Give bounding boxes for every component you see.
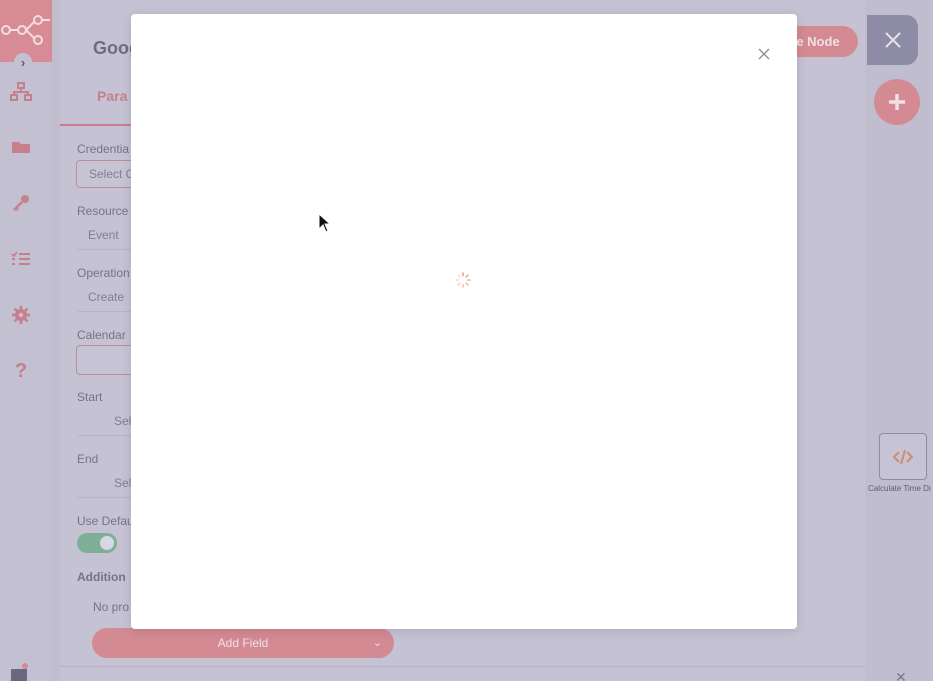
logo-icon	[1, 15, 50, 45]
end-label: End	[77, 452, 99, 466]
expand-sidebar-button[interactable]: ›	[14, 53, 32, 71]
executions-icon[interactable]	[8, 246, 34, 272]
resource-label: Resource	[77, 204, 129, 218]
canvas-node[interactable]	[879, 433, 927, 480]
settings-icon[interactable]	[8, 302, 34, 328]
use-default-label: Use Defau	[77, 514, 134, 528]
modal-close-button[interactable]	[755, 45, 773, 63]
tab-parameters[interactable]: Para	[97, 88, 127, 104]
help-icon[interactable]: ?	[8, 358, 34, 384]
credentials-icon[interactable]	[8, 190, 34, 216]
close-icon[interactable]: ✕	[895, 669, 907, 681]
use-default-toggle[interactable]	[77, 533, 117, 553]
start-label: Start	[77, 390, 103, 404]
templates-icon[interactable]	[8, 134, 34, 160]
workflow-icon[interactable]	[8, 79, 34, 105]
loading-modal	[131, 14, 797, 629]
code-icon	[893, 449, 913, 464]
additional-fields-label: Addition	[77, 570, 126, 584]
sidebar: › ?	[0, 0, 52, 681]
add-field-label: Add Field	[217, 636, 269, 650]
gift-icon[interactable]	[10, 663, 28, 681]
calendar-label: Calendar	[77, 328, 126, 342]
add-node-button[interactable]	[874, 79, 920, 125]
plus-icon	[889, 94, 905, 110]
canvas-node-label: Calculate Time Di	[868, 484, 931, 493]
add-field-button[interactable]: Add Field ⌄	[92, 628, 394, 658]
credential-label: Credentia	[77, 142, 130, 156]
close-panel-button[interactable]	[867, 15, 918, 65]
bottom-banner	[60, 666, 865, 681]
close-icon	[884, 32, 901, 48]
loading-spinner-icon	[455, 272, 471, 288]
operation-label: Operation	[77, 266, 130, 280]
chevron-down-icon: ⌄	[372, 637, 382, 649]
mouse-cursor-icon	[318, 213, 332, 233]
no-properties-text: No pro	[93, 600, 130, 614]
close-icon	[758, 48, 770, 60]
